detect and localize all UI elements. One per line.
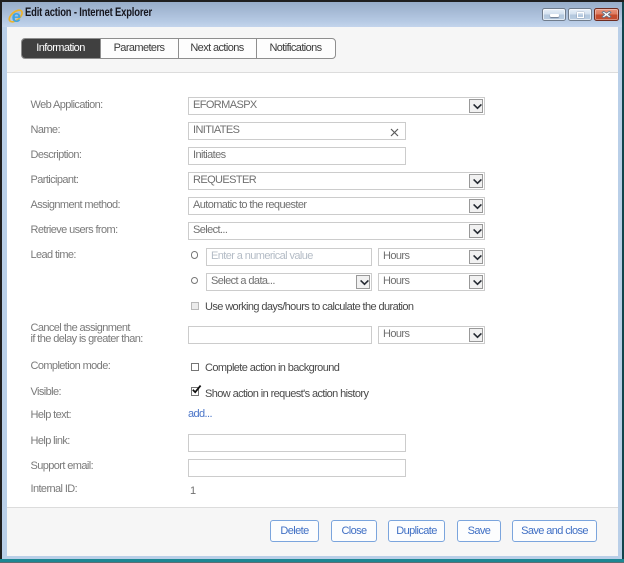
svg-text:e: e — [12, 8, 21, 24]
